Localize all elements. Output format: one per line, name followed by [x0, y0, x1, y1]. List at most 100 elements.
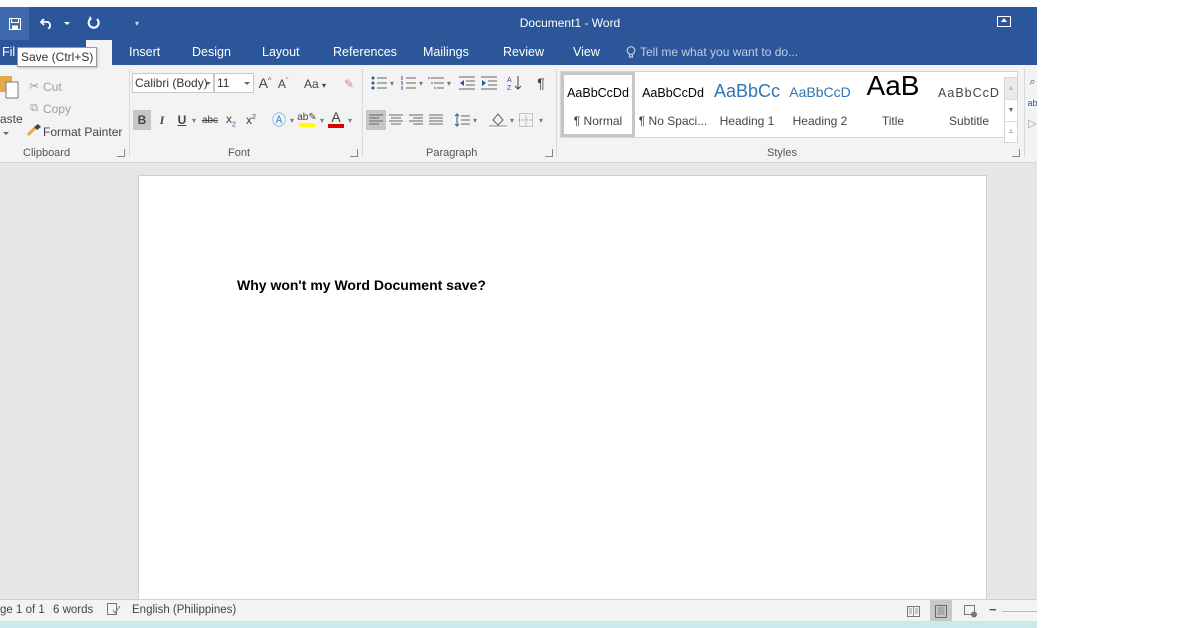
web-layout-button[interactable] [960, 600, 982, 622]
print-layout-button[interactable] [930, 600, 952, 622]
language-indicator[interactable]: English (Philippines) [132, 604, 236, 616]
paragraph-group: ▾ ▾ ▾ AZ ¶ ▾ ▾ ▾ Paragraph [363, 65, 557, 162]
style-name: Heading 1 [719, 114, 775, 128]
line-spacing-icon [454, 113, 470, 127]
style-title[interactable]: AaB Title [857, 70, 929, 137]
bullets-dropdown[interactable]: ▾ [388, 74, 396, 92]
underline-dropdown[interactable]: ▾ [190, 110, 198, 130]
style-sample: AaB [866, 70, 920, 101]
tab-layout[interactable]: Layout [262, 45, 300, 59]
strikethrough-button[interactable]: abc [200, 110, 220, 130]
subscript-button[interactable]: x2 [224, 110, 238, 130]
tab-references[interactable]: References [333, 45, 397, 59]
sort-button[interactable]: AZ [506, 74, 524, 92]
scroll-down-icon[interactable]: ▼ [1005, 100, 1017, 122]
format-painter-button[interactable]: Format Painter [43, 125, 122, 139]
line-spacing-dropdown[interactable]: ▾ [471, 110, 479, 130]
borders-button[interactable] [517, 110, 535, 130]
show-marks-button[interactable]: ¶ [533, 74, 549, 92]
paragraph-dialog-launcher[interactable] [545, 149, 553, 157]
proofing-icon[interactable] [107, 603, 121, 619]
tab-file[interactable]: Fil [2, 45, 15, 59]
clipboard-dialog-launcher[interactable] [117, 149, 125, 157]
grow-font-button[interactable]: A^ [258, 74, 272, 92]
more-styles-icon[interactable]: ⩡ [1005, 122, 1017, 142]
justify-button[interactable] [427, 110, 445, 130]
find-icon[interactable]: ⌕ [1028, 75, 1037, 89]
styles-gallery-scrollbar[interactable]: ▲ ▼ ⩡ [1004, 77, 1018, 143]
text-effects-button[interactable]: Ⓐ [271, 110, 287, 130]
paste-label[interactable]: aste [0, 112, 23, 126]
change-case-button[interactable]: Aa ▾ [304, 77, 326, 91]
page-count[interactable]: ge 1 of 1 [0, 604, 45, 616]
document-body-text[interactable]: Why won't my Word Document save? [237, 277, 486, 293]
zoom-slider[interactable] [1002, 611, 1037, 612]
font-group-label: Font [228, 147, 251, 159]
font-color-button[interactable]: A [328, 108, 344, 130]
font-name-combo[interactable]: Calibri (Body) [132, 73, 214, 93]
style-heading-2[interactable]: AaBbCcD Heading 2 [783, 72, 857, 137]
superscript-button[interactable]: x2 [244, 110, 258, 130]
style-normal[interactable]: AaBbCcDd ¶ Normal [561, 72, 635, 137]
increase-indent-icon [481, 76, 497, 90]
word-count[interactable]: 6 words [53, 604, 93, 616]
styles-dialog-launcher[interactable] [1012, 149, 1020, 157]
paste-button[interactable] [0, 73, 20, 105]
align-right-button[interactable] [407, 110, 425, 130]
style-name: ¶ No Spaci... [638, 114, 708, 128]
style-subtitle[interactable]: AaBbCcD Subtitle [929, 72, 1009, 137]
highlight-button[interactable]: ab✎ [297, 108, 317, 130]
tab-insert[interactable]: Insert [129, 45, 160, 59]
font-dialog-launcher[interactable] [350, 149, 358, 157]
document-page[interactable]: Why won't my Word Document save? [138, 175, 987, 605]
subscript-icon: x2 [226, 111, 236, 129]
text-effects-dropdown[interactable]: ▾ [288, 110, 296, 130]
bold-button[interactable]: B [133, 110, 151, 130]
scroll-up-icon[interactable]: ▲ [1005, 78, 1017, 100]
numbering-button[interactable] [399, 74, 417, 92]
multilevel-list-button[interactable] [427, 74, 445, 92]
multilevel-dropdown[interactable]: ▾ [445, 74, 453, 92]
numbering-icon [401, 76, 416, 90]
italic-button[interactable]: I [155, 110, 169, 130]
sort-icon: AZ [507, 76, 522, 91]
increase-indent-button[interactable] [480, 74, 498, 92]
shading-dropdown[interactable]: ▾ [508, 110, 516, 130]
copy-button[interactable]: Copy [43, 102, 71, 116]
style-no-spacing[interactable]: AaBbCcDd ¶ No Spaci... [635, 72, 711, 137]
font-group: Calibri (Body) 11 A^ Aˇ Aa ▾ ✎ B I U ▾ a… [130, 65, 362, 162]
clear-formatting-button[interactable]: ✎ [342, 76, 356, 92]
select-icon[interactable]: ▷ [1028, 115, 1037, 131]
bullets-button[interactable] [368, 74, 390, 92]
shading-button[interactable] [488, 110, 508, 130]
line-spacing-button[interactable] [453, 110, 471, 130]
group-divider [1024, 69, 1025, 157]
style-heading-1[interactable]: AaBbCc Heading 1 [711, 72, 783, 137]
tab-view[interactable]: View [573, 45, 600, 59]
replace-icon[interactable]: ab [1028, 95, 1037, 111]
borders-dropdown[interactable]: ▾ [537, 110, 545, 130]
highlight-dropdown[interactable]: ▾ [318, 110, 326, 130]
bullets-icon [371, 76, 387, 90]
ribbon-display-options-icon[interactable] [997, 16, 1011, 27]
font-color-bar [328, 124, 344, 128]
cut-button[interactable]: Cut [43, 80, 62, 94]
save-tooltip: Save (Ctrl+S) [17, 47, 98, 67]
tell-me-search[interactable]: Tell me what you want to do... [626, 45, 798, 59]
paste-dropdown-icon[interactable] [3, 132, 9, 135]
tab-mailings[interactable]: Mailings [423, 45, 469, 59]
decrease-indent-button[interactable] [458, 74, 476, 92]
zoom-out-button[interactable]: − [989, 602, 997, 617]
font-color-dropdown[interactable]: ▾ [346, 110, 354, 130]
shrink-font-button[interactable]: Aˇ [276, 76, 290, 92]
read-mode-button[interactable] [902, 600, 924, 622]
tab-review[interactable]: Review [503, 45, 544, 59]
font-size-combo[interactable]: 11 [214, 73, 254, 93]
underline-button[interactable]: U [175, 110, 189, 130]
numbering-dropdown[interactable]: ▾ [417, 74, 425, 92]
align-left-button[interactable] [366, 110, 386, 130]
web-layout-icon [964, 604, 977, 617]
align-center-button[interactable] [387, 110, 405, 130]
tab-design[interactable]: Design [192, 45, 231, 59]
align-center-icon [389, 114, 403, 125]
